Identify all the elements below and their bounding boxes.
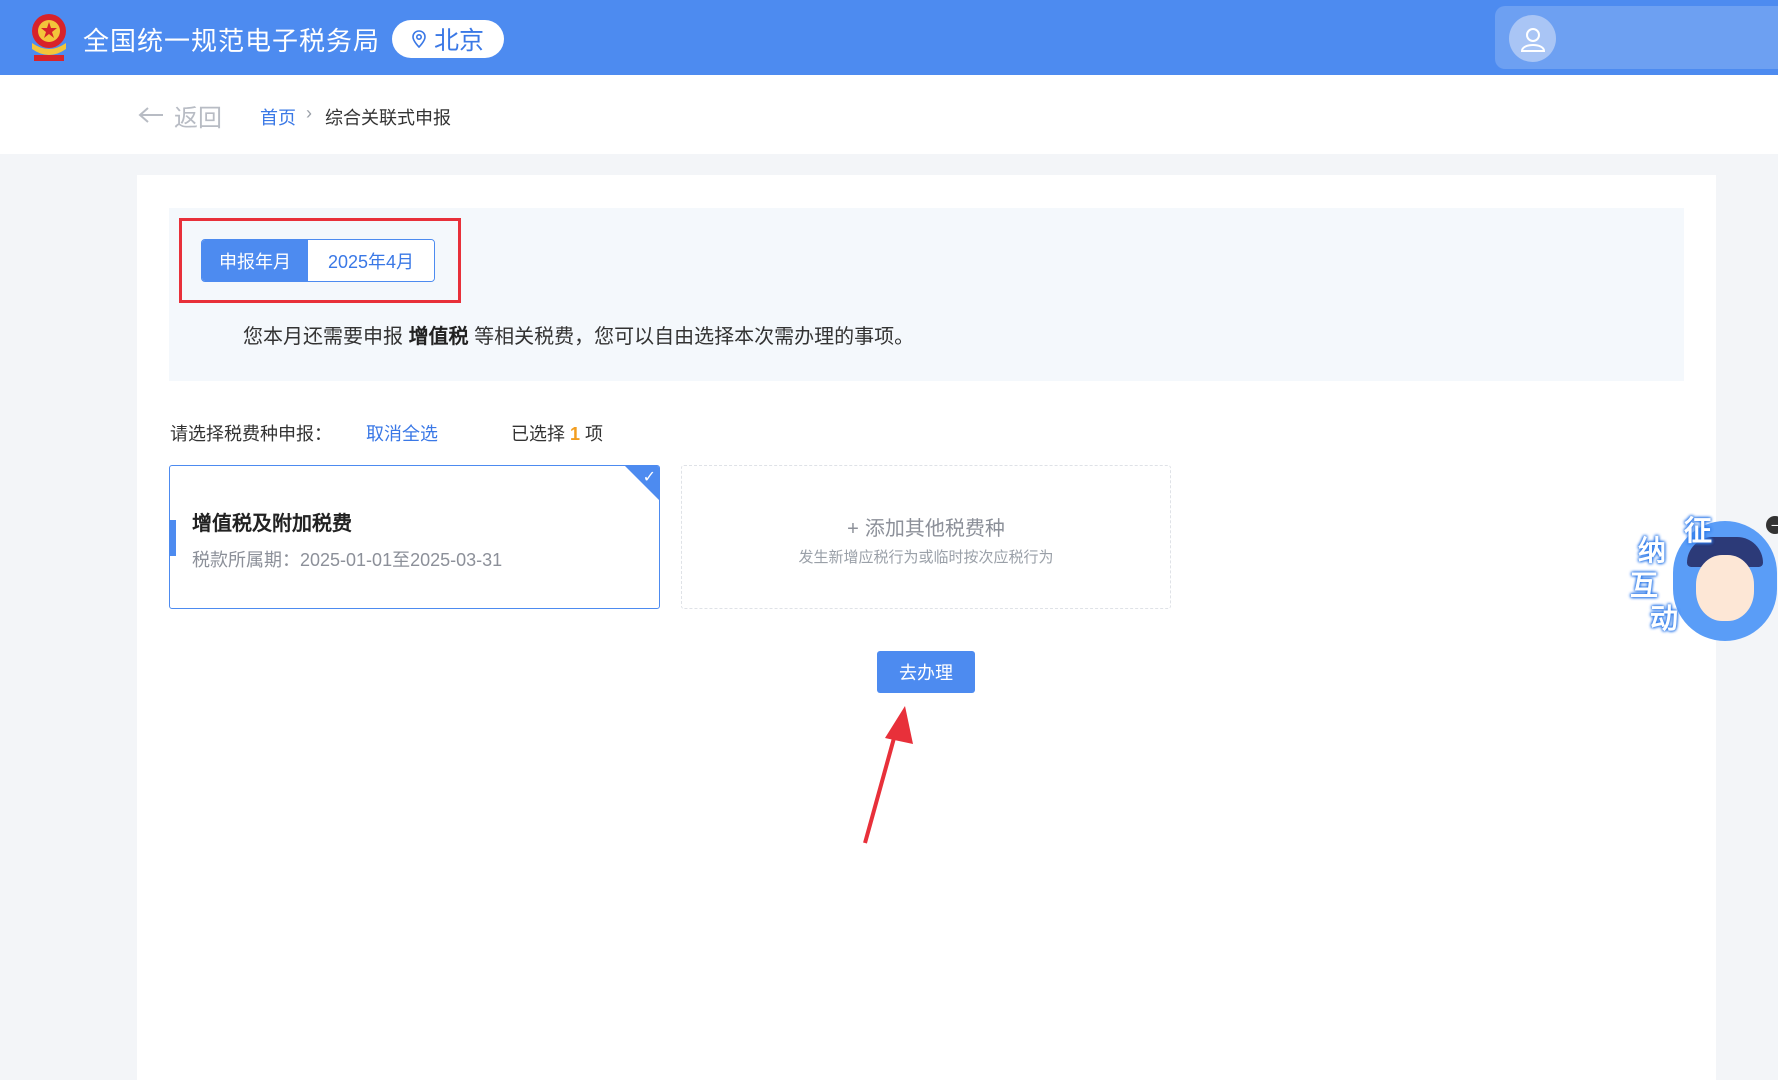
- city-selector[interactable]: 北京: [392, 20, 504, 58]
- notice-prefix: 您本月还需要申报: [243, 326, 403, 348]
- chevron-right-icon: ›: [306, 103, 312, 123]
- username-redacted: [1571, 27, 1778, 51]
- add-tax-type-card[interactable]: + 添加其他税费种 发生新增应税行为或临时按次应税行为: [681, 465, 1171, 609]
- tax-card-vat[interactable]: ✓ 增值税及附加税费 税款所属期：2025-01-01至2025-03-31: [169, 465, 660, 609]
- selected-suffix: 项: [585, 424, 604, 444]
- selection-prompt: 请选择税费种申报：: [170, 424, 332, 444]
- minimize-icon[interactable]: −: [1766, 516, 1778, 534]
- tax-card-period: 税款所属期：2025-01-01至2025-03-31: [192, 550, 503, 570]
- proceed-button[interactable]: 去办理: [877, 651, 975, 693]
- user-icon: [1520, 27, 1545, 52]
- card-accent-bar: [170, 520, 176, 556]
- declaration-period[interactable]: 申报年月 2025年4月: [201, 239, 435, 282]
- breadcrumb-bar: 返回 首页 › 综合关联式申报: [0, 75, 1778, 154]
- selected-number: 1: [570, 424, 581, 444]
- assistant-char-1: 征: [1684, 515, 1713, 546]
- assistant-avatar: [1696, 555, 1754, 621]
- assistant-char-2: 纳: [1638, 535, 1667, 566]
- selected-count: 已选择 1 项: [511, 420, 603, 446]
- interaction-assistant[interactable]: 征 纳 互 动: [1626, 509, 1777, 645]
- notice-tax: 增值税: [408, 326, 469, 348]
- declaration-notice: 申报年月 2025年4月 您本月还需要申报 增值税 等相关税费，您可以自由选择本…: [169, 208, 1684, 381]
- city-label: 北京: [433, 27, 484, 55]
- period-value[interactable]: 2025年4月: [308, 240, 434, 281]
- avatar[interactable]: [1509, 15, 1556, 62]
- add-tax-label: 添加其他税费种: [864, 518, 1005, 540]
- site-title: 全国统一规范电子税务局: [83, 26, 381, 56]
- add-tax-title: + 添加其他税费种: [682, 512, 1170, 541]
- back-button[interactable]: 返回: [138, 99, 222, 132]
- main-panel: 申报年月 2025年4月 您本月还需要申报 增值税 等相关税费，您可以自由选择本…: [137, 175, 1716, 1080]
- plus-icon: +: [847, 518, 859, 540]
- deselect-all-link[interactable]: 取消全选: [366, 420, 438, 446]
- notice-suffix: 等相关税费，您可以自由选择本次需办理的事项。: [474, 326, 915, 348]
- breadcrumb-home[interactable]: 首页: [260, 104, 296, 130]
- location-pin-icon: [412, 30, 426, 48]
- arrow-left-icon: [138, 107, 163, 123]
- breadcrumb-current: 综合关联式申报: [325, 108, 451, 128]
- top-header: 全国统一规范电子税务局 北京: [0, 0, 1778, 75]
- add-tax-subtitle: 发生新增应税行为或临时按次应税行为: [798, 549, 1054, 566]
- notice-text: 您本月还需要申报 增值税 等相关税费，您可以自由选择本次需办理的事项。: [243, 320, 914, 349]
- annotation-arrow: [863, 706, 913, 844]
- period-label: 申报年月: [202, 240, 308, 281]
- user-menu[interactable]: [1495, 6, 1778, 69]
- assistant-char-4: 动: [1650, 603, 1679, 634]
- tax-card-name: 增值税及附加税费: [192, 513, 352, 535]
- checkmark-icon: ✓: [642, 469, 656, 486]
- back-label: 返回: [174, 104, 222, 132]
- tax-emblem-icon: [32, 14, 66, 61]
- selected-prefix: 已选择: [511, 424, 565, 444]
